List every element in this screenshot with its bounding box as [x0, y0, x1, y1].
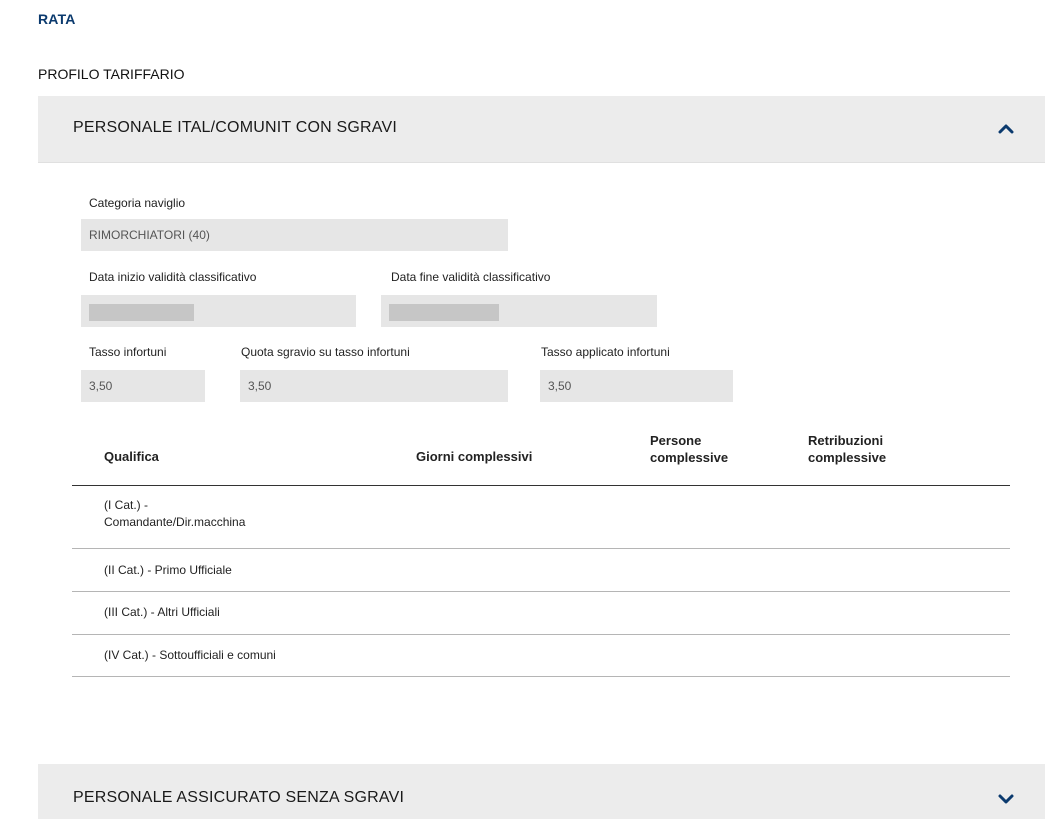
categoria-naviglio-label: Categoria naviglio: [89, 196, 186, 210]
th-giorni-complessivi: Giorni complessivi: [416, 449, 533, 464]
data-inizio-label: Data inizio validità classificativo: [89, 270, 257, 284]
data-fine-field: [381, 295, 657, 327]
tasso-applicato-field: 3,50: [540, 370, 733, 402]
table-row: (I Cat.) - Comandante/Dir.macchina: [72, 487, 1010, 549]
tasso-infortuni-field: 3,50: [81, 370, 205, 402]
table-row: (II Cat.) - Primo Ufficiale: [72, 549, 1010, 592]
accordion-header-con-sgravi[interactable]: PERSONALE ITAL/COMUNIT CON SGRAVI: [38, 96, 1045, 163]
redacted-value: [89, 304, 194, 321]
chevron-down-icon[interactable]: [995, 788, 1017, 810]
categoria-naviglio-field: RIMORCHIATORI (40): [81, 219, 508, 251]
th-retribuzioni-complessive: Retribuzioni complessive: [808, 433, 887, 465]
data-inizio-field: [81, 295, 356, 327]
profilo-tariffario-label: PROFILO TARIFFARIO: [38, 66, 185, 82]
redacted-value: [389, 304, 499, 321]
quota-sgravio-field: 3,50: [240, 370, 508, 402]
table-header-divider: [72, 485, 1010, 486]
data-fine-label: Data fine validità classificativo: [391, 270, 551, 284]
tasso-infortuni-label: Tasso infortuni: [89, 345, 167, 359]
qualifica-cell: (IV Cat.) - Sottoufficiali e comuni: [104, 648, 276, 662]
rata-link[interactable]: RATA: [38, 11, 76, 27]
qualifica-cell: (II Cat.) - Primo Ufficiale: [104, 563, 232, 577]
accordion-title: PERSONALE ITAL/COMUNIT CON SGRAVI: [73, 119, 397, 136]
chevron-up-icon[interactable]: [995, 118, 1017, 140]
table-row: (III Cat.) - Altri Ufficiali: [72, 592, 1010, 635]
th-qualifica: Qualifica: [104, 449, 159, 464]
accordion-title: PERSONALE ASSICURATO SENZA SGRAVI: [73, 789, 405, 806]
th-persone-complessive: Persone complessive: [650, 433, 729, 465]
quota-sgravio-label: Quota sgravio su tasso infortuni: [241, 345, 410, 359]
qualifica-cell: (III Cat.) - Altri Ufficiali: [104, 605, 220, 619]
qualifica-cell: (I Cat.) - Comandante/Dir.macchina: [104, 498, 246, 529]
accordion-header-senza-sgravi[interactable]: PERSONALE ASSICURATO SENZA SGRAVI: [38, 764, 1045, 819]
table-row: (IV Cat.) - Sottoufficiali e comuni: [72, 635, 1010, 677]
tasso-applicato-label: Tasso applicato infortuni: [541, 345, 670, 359]
